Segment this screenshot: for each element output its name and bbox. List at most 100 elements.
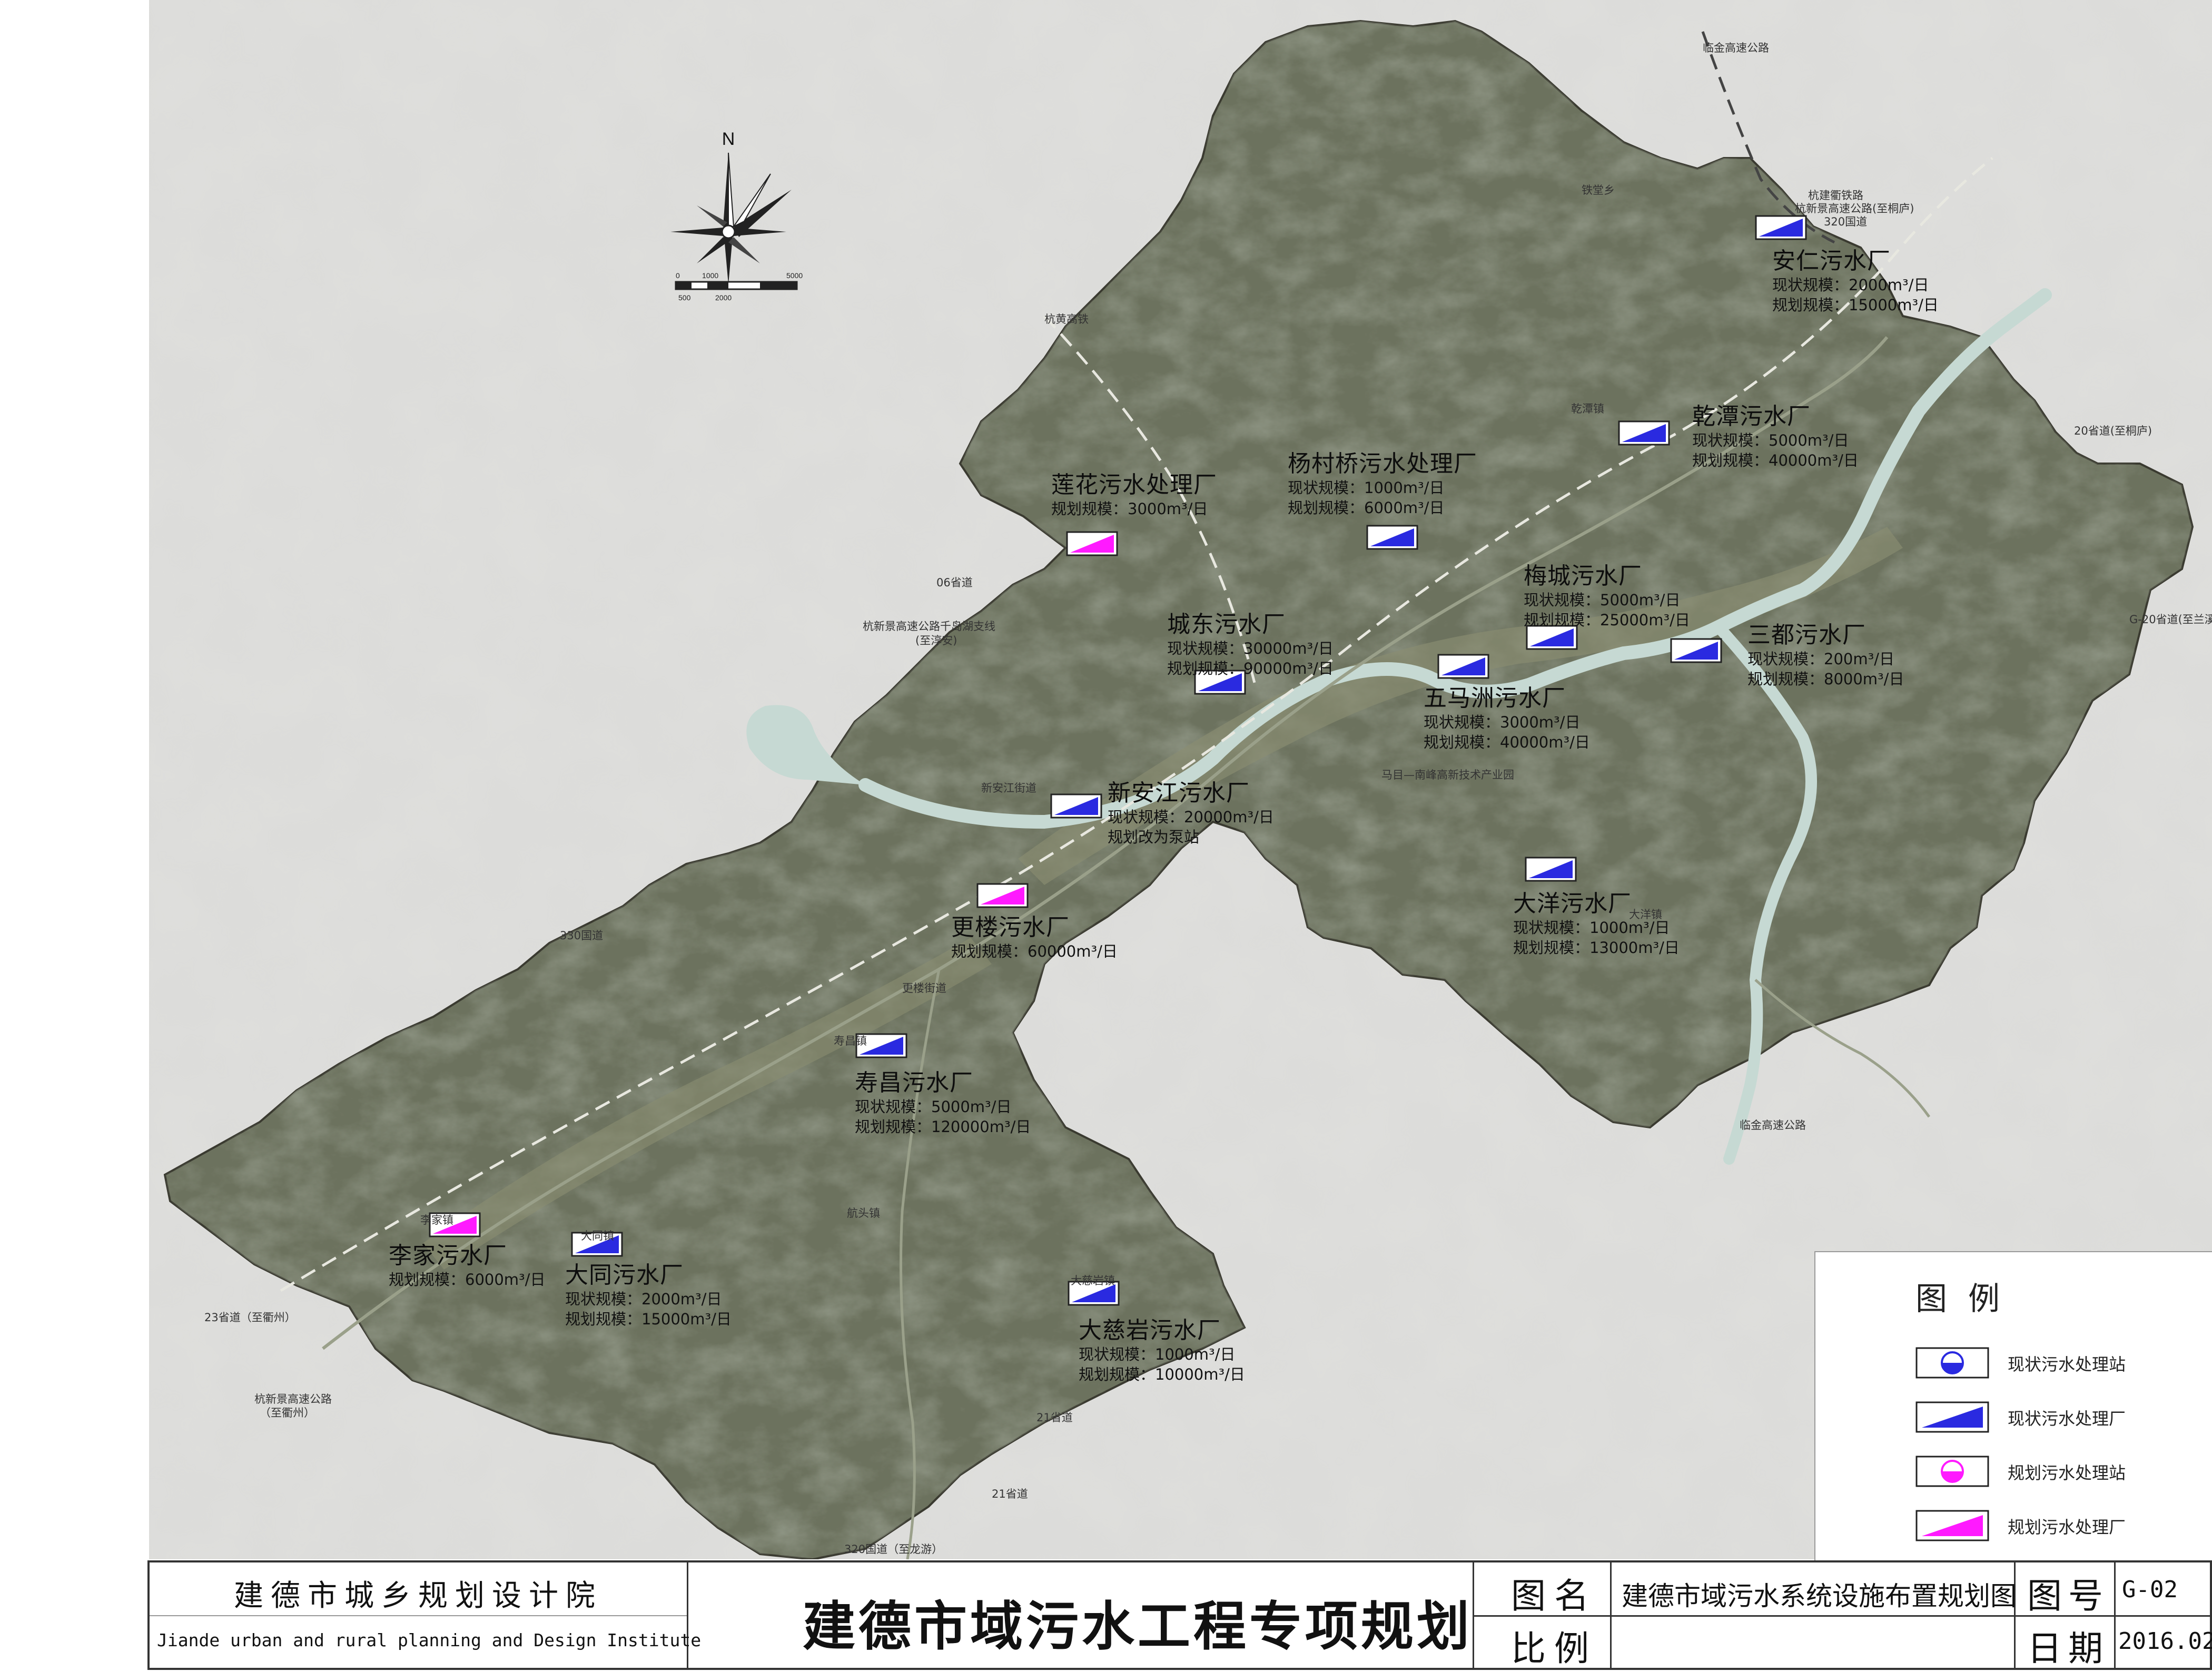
plant-label-dayang[interactable]: 大洋污水厂 现状规模：1000m³/日 规划规模：13000m³/日 (1513, 890, 1680, 958)
legend-label: 现状污水处理站 (2008, 1354, 2126, 1374)
drawing-no-label: 图号 (2027, 1576, 2109, 1616)
plant-label-yangcunqiao[interactable]: 杨村桥污水处理厂现状规模：1000m³/日 规划规模：6000m³/日 (1288, 450, 1477, 518)
plant-capacity: 规划规模：90000m³/日 (1167, 660, 1334, 677)
north-label: N (722, 129, 735, 149)
plant-name: 莲花污水处理厂 (1051, 471, 1217, 498)
existing-plant-icon (1915, 1401, 1989, 1433)
plant-capacity: 现状规模：200m³/日 (1747, 650, 1894, 668)
place-label-lijiazhen: 李家镇 (420, 1214, 453, 1226)
plant-name: 李家污水厂 (389, 1242, 507, 1269)
plant-capacity: 现状规模：1000m³/日 (1288, 479, 1445, 497)
plant-name: 更楼污水厂 (951, 914, 1070, 941)
scale-tick-top: 5000 (786, 271, 803, 280)
plant-label-shouchang[interactable]: 寿昌污水厂 现状规模：5000m³/日 规划规模：120000m³/日 (855, 1069, 1031, 1137)
place-label-shouchangzhen: 寿昌镇 (834, 1035, 867, 1047)
plant-name: 梅城污水厂 (1524, 563, 1642, 589)
plant-label-genglou[interactable]: 更楼污水厂 规划规模：60000m³/日 (951, 914, 1118, 961)
scale-tick-bottom: 500 (678, 293, 691, 302)
legend-label: 现状污水处理厂 (2008, 1409, 2126, 1429)
place-label-s21b: 21省道 (992, 1488, 1028, 1500)
plant-name: 五马洲污水厂 (1424, 685, 1566, 712)
plant-label-datong[interactable]: 大同污水厂 现状规模：2000m³/日 规划规模：15000m³/日 (565, 1262, 732, 1329)
plant-capacity: 规划规模：10000m³/日 (1079, 1365, 1245, 1383)
plant-label-qiantan[interactable]: 乾潭污水厂 现状规模：5000m³/日 规划规模：40000m³/日 (1692, 403, 1859, 470)
existing-plant-icon (1437, 654, 1489, 679)
plant-name: 乾潭污水厂 (1692, 403, 1811, 430)
plant-label-wumazhou[interactable]: 五马洲污水厂 现状规模：3000m³/日 规划规模：40000m³/日 (1424, 685, 1590, 752)
legend-item-existing-station: 现状污水处理站 (1915, 1347, 2126, 1379)
divider (150, 1615, 687, 1616)
place-label-mamu: 马目—南峰高新技术产业园 (1381, 769, 1514, 781)
place-label-datongzhen: 大同镇 (581, 1230, 614, 1242)
plant-capacity: 现状规模：5000m³/日 (1524, 591, 1681, 609)
legend-item-planned-plant: 规划污水处理厂 (1915, 1510, 2126, 1541)
plant-capacity: 现状规模：2000m³/日 (565, 1290, 722, 1308)
existing-plant-icon (1366, 525, 1418, 550)
place-label-tiexi: 铁堂乡 (1582, 184, 1615, 196)
divider (687, 1562, 688, 1668)
plant-label-chengdong[interactable]: 城东污水厂 现状规模：30000m³/日 规划规模：90000m³/日 (1167, 611, 1334, 679)
plant-name: 寿昌污水厂 (855, 1069, 973, 1096)
scale-label: 比例 (1511, 1628, 1597, 1669)
place-label-zhiquzhou: （至衢州） (260, 1407, 315, 1419)
plant-capacity: 现状规模：2000m³/日 (1772, 276, 1929, 294)
place-label-s23-quzhou: 23省道（至衢州） (204, 1311, 296, 1324)
legend-item-existing-plant: 现状污水处理厂 (1915, 1401, 2126, 1433)
planned-station-icon (1915, 1456, 1989, 1487)
existing-station-icon (1915, 1347, 1989, 1379)
plant-name: 大慈岩污水厂 (1079, 1317, 1221, 1344)
plant-label-anren[interactable]: 安仁污水厂 现状规模：2000m³/日 规划规模：15000m³/日 (1772, 248, 1939, 315)
legend-title: 图例 (1915, 1281, 2021, 1318)
scale-tick-bottom: 2000 (715, 293, 732, 302)
scale-tick-top: 1000 (702, 271, 718, 280)
place-label-s21: 21省道 (1036, 1411, 1073, 1424)
plant-label-xinanjiang[interactable]: 新安江污水厂 现状规模：20000m³/日 规划改为泵站 (1108, 780, 1274, 847)
plant-name: 大同污水厂 (565, 1262, 684, 1289)
plant-label-daciyan[interactable]: 大慈岩污水厂 现状规模：1000m³/日 规划规模：10000m³/日 (1079, 1317, 1245, 1384)
plant-capacity: 规划规模：40000m³/日 (1424, 733, 1590, 751)
plant-label-lijia[interactable]: 李家污水厂规划规模：6000m³/日 (389, 1242, 545, 1290)
plant-name: 城东污水厂 (1167, 611, 1286, 638)
plant-name: 杨村桥污水处理厂 (1288, 450, 1477, 477)
drawing-no: G-02 (2122, 1576, 2178, 1603)
plant-capacity: 规划规模：15000m³/日 (1772, 296, 1939, 314)
legend-label: 规划污水处理站 (2008, 1463, 2126, 1483)
plant-capacity: 规划规模：6000m³/日 (1288, 499, 1445, 517)
place-label-hangtouzhen: 航头镇 (847, 1207, 880, 1220)
planning-sheet: N 0 1000 5000 500 2000 安仁污水厂 现状规模：2000m³/… (0, 0, 2212, 1670)
plant-capacity: 规划规模：8000m³/日 (1747, 670, 1904, 688)
place-label-daciyanzhen: 大慈岩镇 (1071, 1274, 1115, 1287)
plant-capacity: 规划规模：13000m³/日 (1513, 939, 1680, 957)
institute-name-en: Jiande urban and rural planning and Desi… (157, 1630, 702, 1650)
place-label-linjin-top: 临金高速公路 (1703, 42, 1769, 54)
existing-plant-icon (1050, 793, 1102, 819)
plant-capacity: 现状规模：5000m³/日 (1692, 431, 1849, 449)
institute-name-cn: 建德市城乡规划设计院 (234, 1579, 603, 1613)
plant-capacity: 规划规模：6000m³/日 (389, 1271, 546, 1289)
plant-capacity: 规划规模：60000m³/日 (951, 942, 1118, 960)
place-label-zhichun: (至淳安) (915, 634, 957, 647)
plant-label-sandu[interactable]: 三都污水厂 现状规模：200m³/日 规划规模：8000m³/日 (1747, 622, 1904, 689)
plant-capacity: 现状规模：20000m³/日 (1108, 808, 1274, 826)
title-block: 建德市城乡规划设计院 Jiande urban and rural planni… (147, 1560, 2212, 1670)
place-label-g330: 330国道 (560, 929, 604, 942)
plant-label-meicheng[interactable]: 梅城污水厂 现状规模：5000m³/日 规划规模：25000m³/日 (1524, 563, 1690, 630)
place-label-s06: 06省道 (936, 576, 973, 589)
plant-capacity: 规划规模：3000m³/日 (1051, 500, 1208, 518)
place-label-hangxinjing-qiandao: 杭新景高速公路千岛湖支线 (863, 620, 995, 633)
date: 2016.02 (2118, 1628, 2212, 1655)
planned-plant-icon (1915, 1510, 1989, 1541)
place-label-g320-top: 320国道 (1824, 215, 1868, 228)
project-title: 建德市域污水工程专项规划 (803, 1596, 1473, 1657)
scale-tick-top: 0 (676, 271, 680, 280)
plant-capacity: 现状规模：1000m³/日 (1079, 1345, 1236, 1363)
drawing-name-label: 图名 (1511, 1576, 1597, 1616)
plant-name: 新安江污水厂 (1108, 780, 1250, 807)
plant-capacity: 规划改为泵站 (1108, 828, 1200, 846)
plant-label-lianhua[interactable]: 莲花污水处理厂规划规模：3000m³/日 (1051, 471, 1217, 519)
place-label-g320-bottom: 320国道（至龙游） (844, 1543, 943, 1556)
place-label-hanghuang: 杭黄高铁 (1044, 313, 1089, 326)
legend-label: 规划污水处理厂 (2008, 1517, 2126, 1537)
plant-capacity: 现状规模：5000m³/日 (855, 1098, 1012, 1116)
place-label-s20-tonglu: 20省道(至桐庐) (2074, 425, 2152, 437)
